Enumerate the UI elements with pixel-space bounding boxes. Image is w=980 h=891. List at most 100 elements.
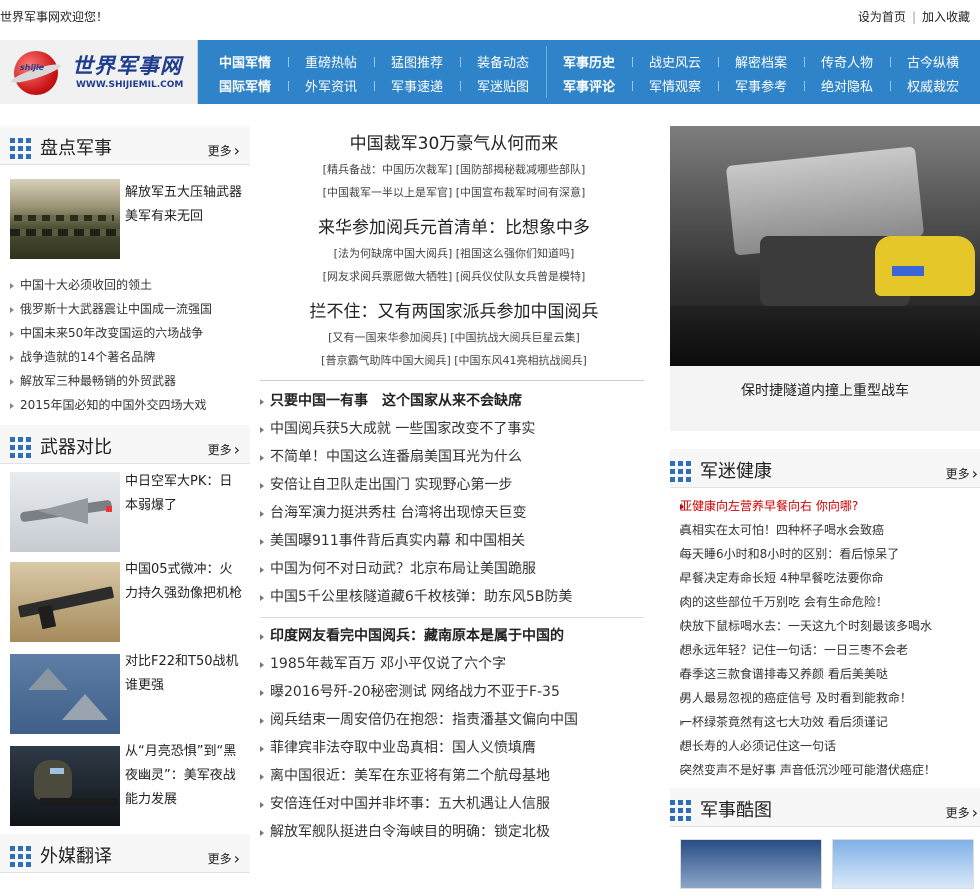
list-item[interactable]: 想长寿的人必须记住这一句话 [670,734,980,758]
list-item[interactable]: 每天睡6小时和8小时的区别：看后惊呆了 [670,542,980,566]
list-item[interactable]: 美国曝911事件背后真实内幕 和中国相关 [258,527,650,555]
list-item[interactable]: 中国为何不对日动武？北京布局让美国跪服 [258,555,650,583]
f22-photo[interactable] [10,654,120,734]
headline[interactable]: 中国裁军30万豪气从何而来 [258,130,650,158]
photo-caption[interactable]: 保时捷隧道内撞上重型战车 [670,366,980,406]
feature-item[interactable]: 中日空军大PK：日本弱爆了 [0,466,250,556]
feature-title[interactable]: 中国05式微冲：火力持久强劲像把机枪 [125,558,243,606]
nav-item[interactable]: 战史风云 [632,52,718,71]
globe-logo-icon [14,51,58,95]
nav-item[interactable]: 解密档案 [718,52,804,71]
feature-item[interactable]: 解放军五大压轴武器 美军有来无回 [0,179,250,271]
nav-item[interactable]: 军事参考 [718,76,804,95]
site-logo[interactable]: shijie 世界军事网 WWW.SHIJIEMIL.COM [0,40,198,104]
list-item[interactable]: 中国阅兵获5大成就 一些国家改变不了事实 [258,415,650,443]
nav-item[interactable]: 国际军情 [202,76,288,95]
top-bar: 世界军事网欢迎您！ 设为首页 | 加入收藏 [0,0,980,30]
nav-item[interactable]: 装备动态 [460,52,546,71]
more-link[interactable]: 更多 [208,848,240,867]
list-item[interactable]: 安倍连任对中国并非坏事：五大机遇让人信服 [258,790,650,818]
list-item[interactable]: 台海军演力挺洪秀柱 台湾将出现惊天巨变 [258,499,650,527]
nav-item[interactable]: 古今纵横 [890,52,976,71]
list-item[interactable]: 2015年国必知的中国外交四场大戏 [0,393,250,417]
list-item[interactable]: 印度网友看完中国阅兵：藏南原本是属于中国的 [258,622,650,650]
sub-links[interactable]: [普京霸气助阵中国大阅兵] [中国东风41亮相抗战阅兵] [258,349,650,372]
gun-photo[interactable] [10,562,120,642]
more-link[interactable]: 更多 [946,463,978,482]
feature-title[interactable]: 解放军五大压轴武器 美军有来无回 [125,181,243,229]
section-title: 盘点军事 [40,138,112,159]
nav-item[interactable]: 军迷贴图 [460,76,546,95]
article-list: 中国十大必须收回的领土 俄罗斯十大武器震让中国成一流强国 中国未来50年改变国运… [0,273,250,417]
list-item[interactable]: 春季这三款食谱排毒又养颜 看后美美哒 [670,662,980,686]
list-item[interactable]: 想永远年轻？记住一句话：一日三枣不会老 [670,638,980,662]
nav-item[interactable]: 外军资讯 [288,76,374,95]
list-item[interactable]: 快放下鼠标喝水去：一天这九个时刻最该多喝水 [670,614,980,638]
news-list: 只要中国一有事 这个国家从来不会缺席 中国阅兵获5大成就 一些国家改变不了事实 … [258,387,650,611]
headline[interactable]: 拦不住：又有两国家派兵参加中国阅兵 [258,298,650,326]
nav-item[interactable]: 绝对隐私 [804,76,890,95]
section-header: 武器对比 更多 [0,425,250,464]
more-link[interactable]: 更多 [208,140,240,159]
cool-pic[interactable] [832,839,974,889]
cool-pic[interactable] [680,839,822,889]
sub-links[interactable]: [又有一国来华参加阅兵] [中国抗战大阅兵巨星云集] [258,326,650,349]
add-favorite-link[interactable]: 加入收藏 [916,10,976,24]
list-item[interactable]: 真相实在太可怕！四种杯子喝水会致癌 [670,518,980,542]
section-title: 军迷健康 [700,461,772,482]
more-link[interactable]: 更多 [208,439,240,458]
feature-item[interactable]: 对比F22和T50战机谁更强 [0,648,250,740]
list-item[interactable]: 男人最易忽视的癌症信号 及时看到能救命！ [670,686,980,710]
feature-title[interactable]: 对比F22和T50战机谁更强 [125,650,243,698]
list-item[interactable]: 解放军三种最畅销的外贸武器 [0,369,250,393]
list-item[interactable]: 曝2016号歼-20秘密测试 网络战力不亚于F-35 [258,678,650,706]
list-item[interactable]: 1985年裁军百万 邓小平仅说了六个字 [258,650,650,678]
nav-item[interactable]: 权威裁宏 [890,76,976,95]
right-column: 保时捷隧道内撞上重型战车 军迷健康 更多 亚健康向左营养早餐向右 你向哪? 真相… [670,126,980,889]
sub-links[interactable]: [中国裁军一半以上是军官] [中国宣布裁军时间有深意] [258,181,650,204]
list-item[interactable]: 肉的这些部位千万别吃 会有生命危险！ [670,590,980,614]
night-soldier-photo[interactable] [10,746,120,826]
list-item[interactable]: 亚健康向左营养早餐向右 你向哪? [670,494,980,518]
top-links: 设为首页 | 加入收藏 [852,8,976,25]
nav-item[interactable]: 重磅热帖 [288,52,374,71]
cool-pics-row [670,827,980,889]
sub-links[interactable]: [网友求阅兵票愿做大牺牲] [阅兵仪仗队女兵曾是模特] [258,265,650,288]
list-item[interactable]: 不简单！中国这么连番扇美国耳光为什么 [258,443,650,471]
set-home-link[interactable]: 设为首页 [852,10,912,24]
list-item[interactable]: 安倍让自卫队走出国门 实现野心第一步 [258,471,650,499]
list-item[interactable]: 俄罗斯十大武器震让中国成一流强国 [0,297,250,321]
list-item[interactable]: 离中国很近：美军在东亚将有第二个航母基地 [258,762,650,790]
nav-item[interactable]: 军事评论 [546,76,632,95]
feature-title[interactable]: 从“月亮恐惧”到“黑夜幽灵”：美军夜战能力发展 [125,740,243,812]
nav-item[interactable]: 中国军情 [202,52,288,71]
headline[interactable]: 来华参加阅兵元首清单：比想象中多 [258,214,650,242]
nav-item[interactable]: 传奇人物 [804,52,890,71]
sub-links[interactable]: [法为何缺席中国大阅兵] [祖国这么强你们知道吗] [258,242,650,265]
list-item[interactable]: 一杯绿茶竟然有这七大功效 看后须谨记 [670,710,980,734]
list-item[interactable]: 解放军舰队挺进白令海峡目的明确：锁定北极 [258,818,650,846]
list-item[interactable]: 只要中国一有事 这个国家从来不会缺席 [258,387,650,415]
list-item[interactable]: 突然变声不是好事 声音低沉沙哑可能潜伏癌症！ [670,758,980,782]
nav-item[interactable]: 猛图推荐 [374,52,460,71]
more-link[interactable]: 更多 [946,802,978,821]
list-item[interactable]: 菲律宾非法夺取中业岛真相：国人义愤填膺 [258,734,650,762]
feature-item[interactable]: 从“月亮恐惧”到“黑夜幽灵”：美军夜战能力发展 [0,740,250,832]
nav-item[interactable]: 军事历史 [546,52,632,71]
list-item[interactable]: 阅兵结束一周安倍仍在抱怨：指责潘基文偏向中国 [258,706,650,734]
logo-globe-text: shijie [20,63,45,72]
nav-item[interactable]: 军情观察 [632,76,718,95]
list-item[interactable]: 早餐决定寿命长短 4种早餐吃法要你命 [670,566,980,590]
tank-photo[interactable] [10,179,120,259]
list-item[interactable]: 中国十大必须收回的领土 [0,273,250,297]
list-item[interactable]: 中国5千公里核隧道藏6千枚核弹：助东风5B防美 [258,583,650,611]
feature-title[interactable]: 中日空军大PK：日本弱爆了 [125,470,243,518]
nav-item[interactable]: 军事速递 [374,76,460,95]
list-item[interactable]: 战争造就的14个著名品牌 [0,345,250,369]
feature-item[interactable]: 中国05式微冲：火力持久强劲像把机枪 [0,556,250,648]
section-header: 军事酷图 更多 [670,788,980,827]
jet-photo[interactable] [10,472,120,552]
list-item[interactable]: 中国未来50年改变国运的六场战争 [0,321,250,345]
tunnel-photo[interactable] [670,126,980,366]
sub-links[interactable]: [精兵备战：中国历次裁军] [国防部揭秘裁减哪些部队] [258,158,650,181]
